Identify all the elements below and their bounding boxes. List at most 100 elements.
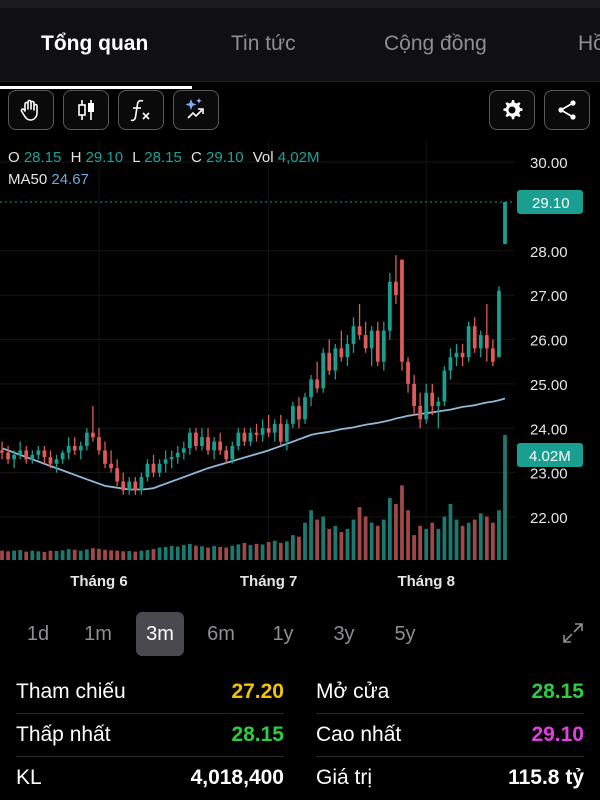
chart-type-button[interactable] bbox=[63, 90, 109, 130]
low-price-label: Thấp nhất bbox=[16, 723, 111, 746]
range-6m[interactable]: 6m bbox=[197, 612, 245, 656]
expand-icon[interactable] bbox=[562, 622, 584, 644]
volume-bar bbox=[133, 551, 138, 560]
price-chart[interactable]: 30.00 28.00 27.00 26.00 25.00 24.00 23.00 22.00… bbox=[0, 140, 600, 600]
volume-bar bbox=[218, 546, 223, 560]
volume-bar bbox=[163, 546, 168, 560]
candle-body bbox=[369, 330, 374, 349]
volume-bar bbox=[339, 532, 344, 560]
candle-body bbox=[151, 463, 156, 473]
range-1d[interactable]: 1d bbox=[14, 612, 62, 656]
tab-more[interactable]: Hồ bbox=[578, 32, 600, 56]
candle-body bbox=[121, 481, 126, 491]
candle-body bbox=[436, 401, 441, 407]
low-value: 28.15 bbox=[144, 149, 182, 166]
volume-bar bbox=[200, 546, 204, 560]
volume-bar bbox=[254, 543, 259, 560]
volume-bar bbox=[206, 547, 210, 560]
open-label: O bbox=[8, 149, 20, 166]
volume-bar bbox=[418, 525, 423, 560]
volume-bar bbox=[181, 545, 186, 560]
open-value: 28.15 bbox=[23, 149, 62, 166]
volume-bar bbox=[97, 548, 101, 560]
range-5y[interactable]: 5y bbox=[381, 612, 429, 656]
close-value: 29.10 bbox=[206, 149, 244, 166]
volume-bar bbox=[12, 550, 16, 560]
status-strip bbox=[0, 0, 600, 8]
candle-body bbox=[375, 330, 380, 362]
range-3m[interactable]: 3m bbox=[136, 612, 184, 656]
volume-bar bbox=[491, 522, 495, 560]
candle-body bbox=[18, 450, 23, 455]
candle-body bbox=[454, 352, 459, 358]
range-1y[interactable]: 1y bbox=[259, 612, 307, 656]
volume-bar bbox=[115, 550, 120, 560]
candle-body bbox=[84, 432, 89, 446]
ma-readout: MA50 24.67 bbox=[8, 171, 89, 188]
tab-community[interactable]: Cộng đồng bbox=[384, 32, 487, 56]
candle-body bbox=[181, 448, 186, 453]
volume-bar bbox=[224, 547, 229, 560]
volume-bar bbox=[24, 551, 29, 560]
ai-tools-button[interactable] bbox=[173, 90, 219, 130]
candle-body bbox=[400, 259, 404, 362]
indicators-button[interactable] bbox=[118, 90, 164, 130]
volume-bar bbox=[291, 535, 295, 560]
candle-body bbox=[321, 352, 326, 389]
volume-bar bbox=[497, 510, 501, 560]
candle-body bbox=[412, 383, 416, 407]
value-traded-value: 115.8 tỷ bbox=[508, 766, 584, 789]
ma-label: MA50 bbox=[8, 171, 48, 188]
volume-bar bbox=[454, 519, 459, 560]
candle-body bbox=[339, 348, 344, 358]
volume-bar bbox=[36, 551, 41, 560]
volume-bar bbox=[145, 550, 150, 560]
candle-body bbox=[48, 457, 53, 464]
candle-body bbox=[163, 459, 168, 464]
volume-bar bbox=[387, 497, 392, 560]
candle-body bbox=[133, 481, 138, 491]
range-1m[interactable]: 1m bbox=[74, 612, 122, 656]
volume-bar bbox=[260, 544, 265, 560]
ohlc-readout: O 28.15 H 29.10 L 28.15 C 29.10 Vol 4,02… bbox=[8, 149, 324, 166]
x-axis-label: Tháng 7 bbox=[240, 573, 298, 590]
high-label: H bbox=[70, 149, 82, 166]
candle-body bbox=[430, 392, 435, 407]
volume-bar bbox=[278, 542, 283, 560]
volume-bar bbox=[448, 504, 453, 560]
volume-bar bbox=[127, 550, 132, 560]
candle-body bbox=[103, 450, 107, 464]
tab-news[interactable]: Tin tức bbox=[231, 32, 296, 56]
candle-body bbox=[291, 406, 295, 424]
candle-body bbox=[42, 450, 47, 458]
candle-body bbox=[284, 423, 289, 442]
price-tick-label: 27.00 bbox=[530, 288, 568, 305]
ma50-line bbox=[1, 397, 506, 491]
low-label: L bbox=[132, 149, 141, 166]
candle-body bbox=[30, 454, 35, 460]
candle-body bbox=[418, 406, 423, 420]
volume-bar bbox=[351, 519, 356, 560]
candle-body bbox=[254, 432, 259, 435]
volume-bar bbox=[284, 541, 289, 560]
range-3y[interactable]: 3y bbox=[320, 612, 368, 656]
volume-bar bbox=[345, 528, 350, 560]
volume-bar bbox=[169, 546, 174, 560]
candle-body bbox=[127, 481, 132, 491]
open-price-label: Mở cửa bbox=[316, 680, 390, 703]
candle-body bbox=[218, 441, 223, 451]
volume-bar bbox=[139, 550, 144, 560]
price-tick-label: 23.00 bbox=[530, 466, 568, 483]
range-selector: 1d 1m 3m 6m 1y 3y 5y bbox=[14, 612, 588, 658]
volume-bar bbox=[266, 541, 271, 560]
price-tick-label: 30.00 bbox=[530, 155, 568, 172]
volume-stat-value: 4,018,400 bbox=[190, 766, 284, 789]
candle-body bbox=[387, 281, 392, 331]
candle-body bbox=[60, 452, 65, 460]
tab-overview[interactable]: Tổng quan bbox=[41, 32, 148, 56]
settings-button[interactable] bbox=[489, 90, 535, 130]
share-button[interactable] bbox=[544, 90, 590, 130]
hand-tool-button[interactable] bbox=[8, 90, 54, 130]
candlestick-icon bbox=[78, 100, 94, 120]
reference-label: Tham chiếu bbox=[16, 680, 126, 703]
